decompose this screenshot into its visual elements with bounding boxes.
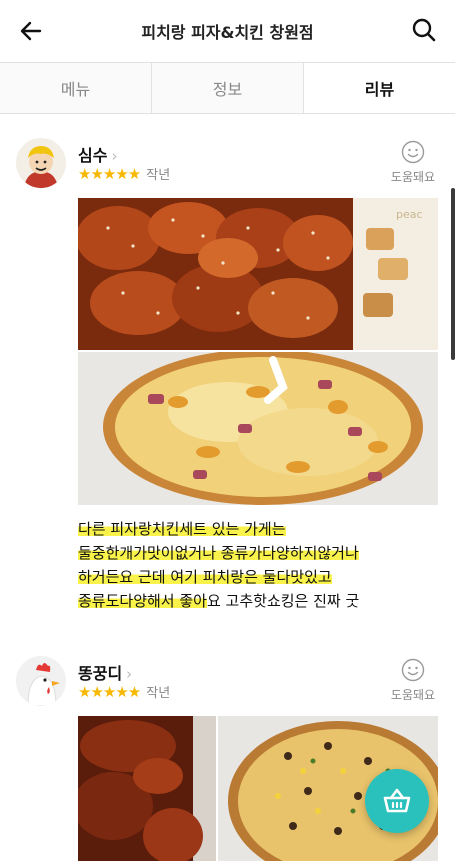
avatar[interactable] <box>16 656 66 706</box>
review-text-line: 종류도다양해서 좋아 <box>78 592 207 610</box>
helpful-button[interactable]: 도움돼요 <box>387 658 439 703</box>
review-photo[interactable] <box>78 352 438 505</box>
shopping-basket-icon <box>383 788 411 813</box>
smile-icon <box>401 140 425 164</box>
helpful-label: 도움돼요 <box>390 170 436 184</box>
store-title: 피치랑 피자&치킨 창원점 <box>141 23 314 42</box>
stars: ★★★★★ <box>78 165 141 183</box>
review-text-line: 다른 피자랑치킨세트 있는 가게는 <box>78 520 286 538</box>
helpful-button[interactable]: 도움돼요 <box>387 140 439 185</box>
avatar[interactable] <box>16 138 66 188</box>
review-text-line: 하거든요 근데 여기 피치랑은 둘다맛있고 <box>78 568 332 586</box>
review-text-line: 요 고추핫쇼킹은 진짜 굿 <box>206 592 360 610</box>
stars: ★★★★★ <box>78 683 141 701</box>
star-rating: ★★★★★ 작년 <box>78 164 170 183</box>
star-rating: ★★★★★ 작년 <box>78 682 170 701</box>
review-photo[interactable] <box>78 716 216 861</box>
scroll-indicator[interactable] <box>451 188 455 360</box>
smile-icon <box>401 658 425 682</box>
search-icon[interactable] <box>411 17 437 43</box>
reviewer-name[interactable]: 똥꿍디 › <box>78 660 132 684</box>
svg-text:peac: peac <box>396 208 423 221</box>
review-item: 심수 › ★★★★★ 작년 도움돼요 peac 다른 피자랑치킨세트 있는 가게… <box>0 114 455 634</box>
review-text: 다른 피자랑치킨세트 있는 가게는 둘중한개가맛이없거나 종류가다양하지않거나 … <box>78 517 438 613</box>
reviewer-name[interactable]: 심수 › <box>78 142 117 166</box>
review-photo[interactable]: peac <box>78 198 438 350</box>
reviewer-name-text: 똥꿍디 <box>78 664 123 683</box>
review-date: 작년 <box>146 686 171 701</box>
chevron-right-icon: › <box>111 147 118 165</box>
review-date: 작년 <box>146 168 171 183</box>
tab-info[interactable]: 정보 <box>152 63 304 113</box>
cart-fab-button[interactable] <box>365 769 429 833</box>
tab-menu[interactable]: 메뉴 <box>0 63 152 113</box>
review-text-line: 둘중한개가맛이없거나 종류가다양하지않거나 <box>78 544 359 562</box>
reviewer-name-text: 심수 <box>78 146 108 165</box>
top-bar: 피치랑 피자&치킨 창원점 <box>0 0 455 62</box>
tab-reviews[interactable]: 리뷰 <box>304 63 455 113</box>
tab-bar: 메뉴 정보 리뷰 <box>0 62 455 114</box>
chevron-right-icon: › <box>126 665 133 683</box>
helpful-label: 도움돼요 <box>390 688 436 702</box>
